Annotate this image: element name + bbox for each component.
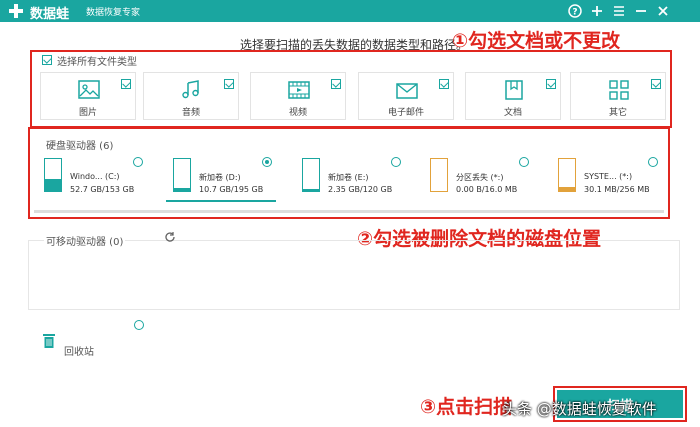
drive-name: 新加卷 (D:) (199, 173, 241, 182)
menu-icon[interactable] (611, 3, 627, 19)
app-subtitle: 数据恢复专家 (86, 8, 141, 18)
select-all-checkbox[interactable] (42, 55, 52, 65)
drive-size: 2.35 GB/120 GB (328, 185, 393, 194)
drive-c[interactable]: Windo... (C:) 52.7 GB/153 GB (44, 158, 164, 202)
drive-name: 新加卷 (E:) (328, 173, 369, 182)
type-card-audio[interactable]: 音频 (143, 72, 239, 120)
title-bar: 数据蛙 数据恢复专家 ? (0, 0, 700, 22)
annotation-step1: ①勾选文档或不更改 (452, 30, 621, 52)
drive-size: 30.1 MB/256 MB (584, 185, 650, 194)
select-all-label: 选择所有文件类型 (57, 57, 137, 68)
removable-drives-label: 可移动驱动器 (0) (44, 233, 126, 248)
type-card-document[interactable]: 文档 (465, 72, 561, 120)
removable-drives-panel (28, 240, 680, 310)
trash-icon (43, 334, 55, 348)
recycle-bin-radio[interactable] (134, 320, 144, 330)
app-name: 数据蛙 (30, 7, 70, 22)
hard-drives-label: 硬盘驱动器 (6) (46, 141, 114, 152)
close-icon[interactable] (655, 3, 671, 19)
other-icon (609, 80, 629, 100)
type-label-video: 视频 (288, 108, 307, 118)
music-icon (182, 80, 199, 99)
drive-d-radio[interactable] (262, 157, 272, 167)
document-icon (505, 80, 523, 100)
drive-system[interactable]: SYSTE... (*:) 30.1 MB/256 MB (558, 158, 678, 202)
email-checkbox[interactable] (439, 79, 449, 89)
email-icon (396, 83, 418, 99)
minimize-icon[interactable] (633, 3, 649, 19)
help-icon[interactable]: ? (567, 3, 583, 19)
refresh-icon[interactable] (164, 231, 176, 243)
svg-text:?: ? (572, 8, 577, 18)
drive-size: 10.7 GB/195 GB (199, 185, 264, 194)
type-card-video[interactable]: 视频 (250, 72, 346, 120)
drive-size: 0.00 B/16.0 MB (456, 185, 518, 194)
type-card-email[interactable]: 电子邮件 (358, 72, 454, 120)
horizontal-scrollbar[interactable] (34, 210, 664, 213)
type-card-image[interactable]: 图片 (40, 72, 136, 120)
type-card-other[interactable]: 其它 (570, 72, 666, 120)
type-label-document: 文档 (503, 108, 522, 118)
add-icon[interactable] (589, 3, 605, 19)
drive-c-radio[interactable] (133, 157, 143, 167)
drive-d[interactable]: 新加卷 (D:) 10.7 GB/195 GB (173, 158, 293, 202)
drive-icon (430, 158, 448, 192)
watermark-text: 头条 @数据蛙恢复软件 (502, 400, 657, 418)
drive-name: Windo... (C:) (70, 172, 120, 181)
drive-icon (173, 158, 191, 192)
drive-system-radio[interactable] (648, 157, 658, 167)
recycle-bin-label: 回收站 (64, 347, 94, 358)
drive-e[interactable]: 新加卷 (E:) 2.35 GB/120 GB (302, 158, 422, 202)
image-icon (78, 80, 100, 99)
annotation-step3: ③点击扫描 (420, 396, 513, 418)
app-logo-icon (9, 4, 23, 18)
audio-checkbox[interactable] (224, 79, 234, 89)
video-checkbox[interactable] (331, 79, 341, 89)
drive-lost-partition[interactable]: 分区丢失 (*:) 0.00 B/16.0 MB (430, 158, 550, 202)
selected-underline (166, 200, 276, 202)
drive-icon (558, 158, 576, 192)
image-checkbox[interactable] (121, 79, 131, 89)
drive-name: 分区丢失 (*:) (456, 173, 504, 182)
drive-e-radio[interactable] (391, 157, 401, 167)
drive-icon (44, 158, 62, 192)
drive-name: SYSTE... (*:) (584, 172, 633, 181)
type-label-audio: 音频 (181, 108, 200, 118)
drive-size: 52.7 GB/153 GB (70, 185, 135, 194)
type-label-image: 图片 (78, 108, 97, 118)
video-icon (288, 81, 310, 99)
type-label-other: 其它 (608, 108, 627, 118)
drive-icon (302, 158, 320, 192)
other-checkbox[interactable] (651, 79, 661, 89)
drive-lost-radio[interactable] (519, 157, 529, 167)
document-checkbox[interactable] (546, 79, 556, 89)
type-label-email: 电子邮件 (387, 108, 424, 118)
